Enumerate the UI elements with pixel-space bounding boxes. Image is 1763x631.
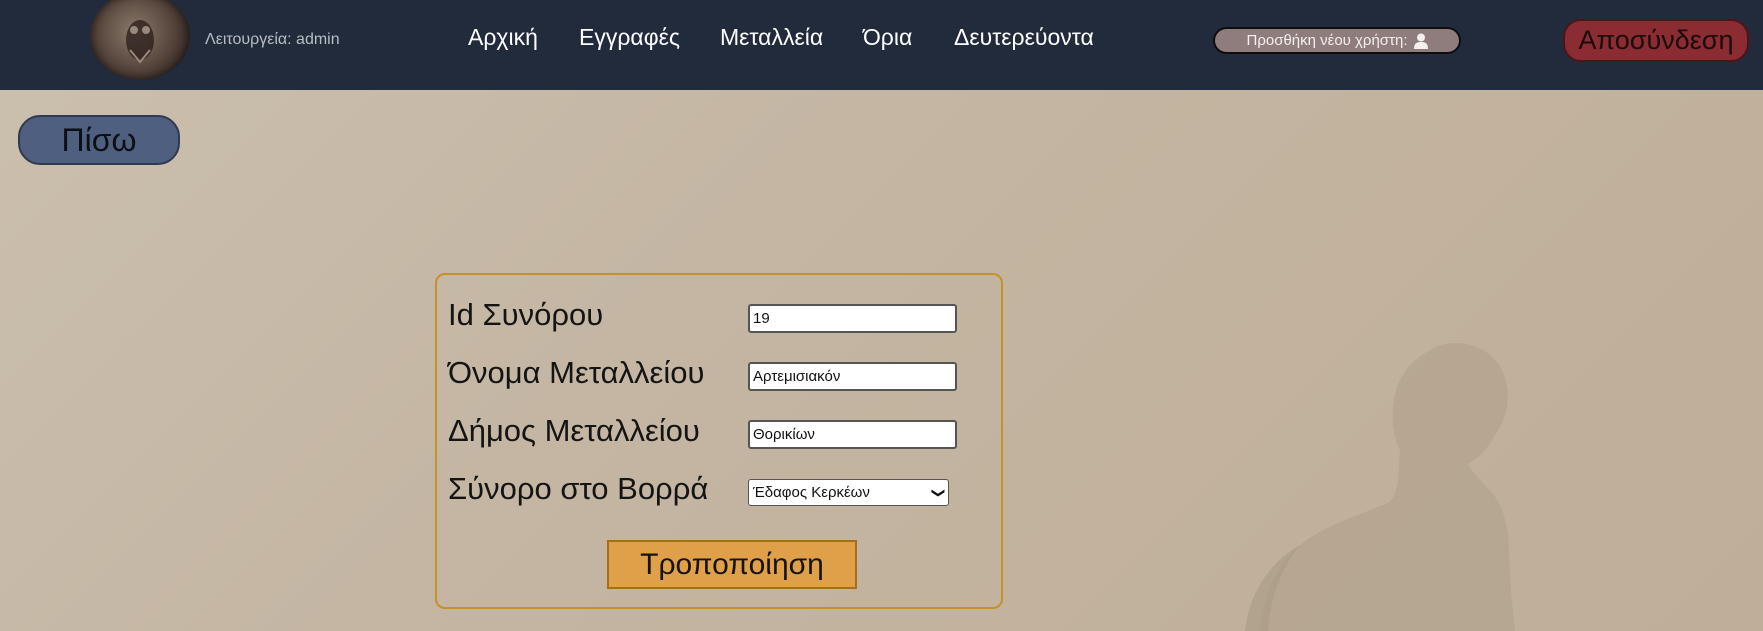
modify-button[interactable]: Τροποποίηση [607,540,857,589]
back-button[interactable]: Πίσω [18,115,180,165]
logout-button[interactable]: Αποσύνδεση [1563,19,1749,62]
owl-coin-logo[interactable] [90,0,190,80]
chevron-down-icon: ❯ [931,487,947,498]
nav-mines[interactable]: Μεταλλεία [720,24,823,51]
mine-name-input[interactable] [748,362,957,391]
top-navigation-bar: Λειτουργεία: admin Αρχική Εγγραφές Μεταλ… [0,0,1763,90]
mine-municipality-input[interactable] [748,420,957,449]
boundary-id-label: Id Συνόρου [448,297,604,332]
owl-icon [126,20,154,64]
nav-secondary[interactable]: Δευτερεύοντα [954,24,1094,51]
mine-municipality-label: Δήμος Μεταλλείου [448,413,700,448]
nav-boundaries[interactable]: Όρια [863,24,912,51]
mine-name-label: Όνομα Μεταλλείου [448,355,705,390]
statue-background-image [1245,342,1515,631]
boundary-edit-form: Id Συνόρου Όνομα Μεταλλείου Δήμος Μεταλλ… [435,273,1003,609]
north-boundary-selected-value: Έδαφος Κερκέων [753,484,870,501]
boundary-id-input[interactable] [748,304,957,333]
nav-home[interactable]: Αρχική [468,24,538,51]
add-user-button[interactable]: Προσθήκη νέου χρήστη: [1213,27,1461,54]
nav-records[interactable]: Εγγραφές [579,24,680,51]
user-icon [1413,33,1428,49]
add-user-label: Προσθήκη νέου χρήστη: [1246,32,1408,49]
north-boundary-select[interactable]: Έδαφος Κερκέων ❯ [748,479,949,506]
mode-label: Λειτουργεία: admin [205,31,340,48]
north-boundary-label: Σύνορο στο Βορρά [448,471,709,506]
